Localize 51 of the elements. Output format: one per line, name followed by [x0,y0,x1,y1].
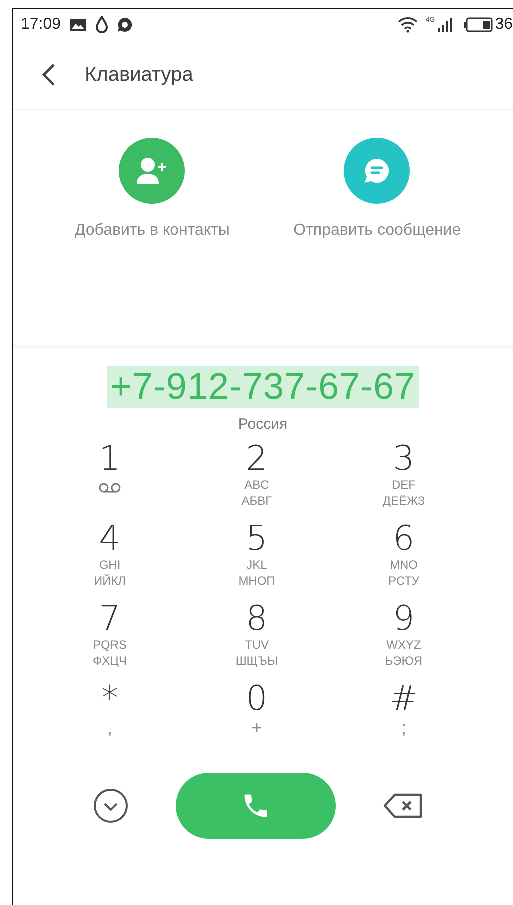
key-letters: WXYZ [386,637,422,653]
key-letters: ABC [244,477,270,493]
key-symbol: ; [401,717,406,739]
add-contact-action[interactable]: Добавить в контакты [74,138,230,345]
battery-percent: 36 [495,16,513,34]
key-letters: АБВГ [242,493,272,509]
key-symbol: + [252,717,262,739]
key-symbol: , [107,717,112,739]
region-label: Россия [238,416,288,433]
chat-bubble-icon [363,157,392,185]
dial-key[interactable]: 6 MNO РСТУ [330,521,478,601]
message-action[interactable]: Отправить сообщение [294,138,462,345]
backspace-icon[interactable] [383,792,423,820]
key-letters: GHI [99,557,121,573]
status-time: 17:09 [21,16,62,34]
action-label: Отправить сообщение [294,222,462,240]
image-notification-icon [69,18,88,32]
dial-key[interactable]: 1 [36,441,184,521]
key-letters: JKL [246,557,268,573]
drop-icon [95,16,110,34]
key-letters: DEF [392,477,416,493]
dial-key[interactable]: 8 TUV ШЩЪЫ [184,601,330,681]
dial-key[interactable]: 4 GHI ИЙКЛ [36,521,184,601]
chat-notification-icon [117,17,134,33]
key-letters: ФХЦЧ [92,653,127,669]
key-letters: PQRS [92,637,127,653]
dial-key[interactable]: # ; [330,681,478,761]
dial-key[interactable]: 5 JKL МНОП [184,521,330,601]
back-icon[interactable] [41,63,57,87]
signal-icon [437,17,456,33]
action-label: Добавить в контакты [74,222,230,240]
dial-key[interactable]: 2 ABC АБВГ [184,441,330,521]
key-letters: ДЕЁЖЗ [382,493,426,509]
wifi-icon [398,17,418,33]
key-letters: МНОП [238,573,276,589]
dial-key[interactable]: 9 WXYZ ЬЭЮЯ [330,601,478,681]
key-letters: MNO [390,557,418,573]
key-letters: РСТУ [388,573,420,589]
battery-icon [463,17,494,33]
add-contact-icon [137,157,168,185]
key-letters: TUV [245,637,269,653]
key-letters: ИЙКЛ [94,573,126,589]
screen-title: Клавиатура [85,64,194,86]
voicemail-icon [99,483,121,493]
dial-key[interactable]: 7 PQRS ФХЦЧ [36,601,184,681]
dial-key[interactable]: * , [36,681,184,761]
key-letters: ШЩЪЫ [236,653,278,669]
dial-key[interactable]: 0 + [184,681,330,761]
dial-key[interactable]: 3 DEF ДЕЁЖЗ [330,441,478,521]
key-letters: ЬЭЮЯ [385,653,423,669]
collapse-icon[interactable] [93,788,129,824]
